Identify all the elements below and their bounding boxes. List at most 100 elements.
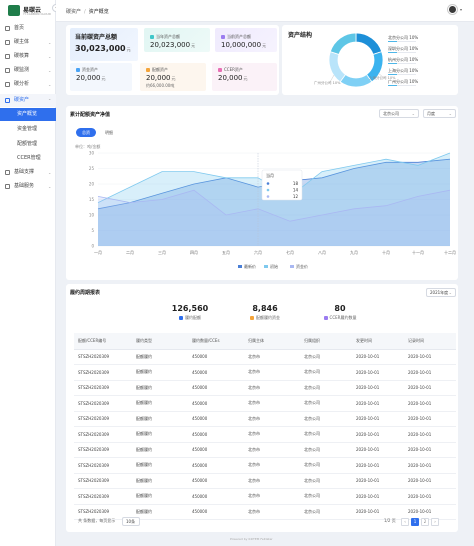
fund-assets-tile: 资金资产 20,000元 (70, 63, 132, 91)
quota-assets-tonnage: 约66,000.00吨 (146, 83, 175, 88)
ccer-assets-value: 20,000元 (218, 74, 248, 82)
table-row[interactable]: STSZH2020309 配额履约 450000 北京市 北京公司 2020-10-01 2… (74, 380, 456, 396)
ccer-assets-icon (218, 68, 222, 72)
avatar[interactable] (448, 5, 457, 14)
chevron-down-icon: ⌄ (48, 68, 52, 73)
year-assets-value: 20,023,000元 (150, 41, 196, 49)
table-row[interactable]: STSZH2020309 配额履约 450000 北京市 北京公司 2020-10-01 2… (74, 473, 456, 489)
sidebar-item-analysis[interactable]: 碳分析 ⌄ (0, 78, 56, 91)
chevron-up-icon: ⌃ (48, 98, 52, 103)
x-tick-label: 六月 (254, 249, 262, 255)
breadcrumb-current: 资产概览 (88, 9, 109, 15)
sidebar-item-carbon-entity[interactable]: 碳主体 ⌄ (0, 36, 56, 49)
sidebar-item-monitoring[interactable]: 碳监测 ⌄ (0, 64, 56, 77)
table-row[interactable]: STSZH2020309 配额履约 450000 北京市 北京公司 2020-10-01 2… (74, 457, 456, 474)
page-button-1[interactable]: 1 (411, 518, 419, 526)
sidebar-subitem-funds[interactable]: 资金管理 (0, 123, 56, 136)
legend-item: 上海分公司 10% (388, 68, 419, 75)
sidebar-item-base-support[interactable]: 基础支撑 ⌄ (0, 166, 56, 179)
y-tick-label: 25 (89, 166, 95, 171)
x-tick-label: 三月 (158, 250, 166, 255)
donut-slice (329, 32, 357, 55)
next-page-button[interactable]: › (431, 518, 439, 526)
donut-slice (355, 32, 383, 55)
trend-area-chart: 0 5 10 15 20 25 30 一月 二月 三月 四月 五月 六月 七月 八月 九月 十月 十一月 十二月 当月… (89, 151, 456, 270)
current-assets-icon (221, 35, 225, 39)
prev-page-button[interactable]: ‹ (401, 518, 409, 526)
table-row[interactable]: STSZH2020309 配额履约 450000 北京市 北京公司 2020-10-01 2… (74, 426, 456, 443)
x-tick-label: 二月 (126, 250, 134, 255)
x-tick-label: 七月 (286, 249, 294, 255)
current-assets-value: 10,000,000元 (221, 41, 267, 49)
y-tick-label: 20 (89, 182, 95, 187)
table-row[interactable]: STSZH2020309 配额履约 450000 北京市 北京公司 2020-10-01 2… (74, 488, 456, 505)
breadcrumb: 碳资产 / 资产概览 (66, 9, 109, 15)
stat-quota-funds: 8,846 配额履约资金 (230, 304, 300, 321)
legend-item: 北京分公司 10% (388, 35, 419, 42)
report-title: 履约周期报表 (70, 290, 101, 296)
y-tick-label: 15 (89, 197, 95, 202)
page-button-2[interactable]: 2 (421, 518, 429, 526)
legend-item: 广州分公司 10% (388, 79, 419, 86)
breadcrumb-parent[interactable]: 碳资产 (66, 9, 81, 15)
y-tick-label: 5 (91, 228, 94, 233)
donut-slice (328, 51, 346, 83)
entity-icon (5, 40, 10, 45)
donut-callout-left: 广州分公司 10% (314, 81, 341, 85)
stat-ccer: 80 CCER履约数量 (305, 304, 375, 321)
legend-label: 最新价 (244, 263, 256, 269)
year-assets-icon (150, 35, 154, 39)
sidebar-subitem-ccer[interactable]: CCER管理 (0, 152, 56, 165)
trend-card: 累计配额资产净值 北京公司 ⌄ 月度 ⌄ 总资 明细 单位：吨/金额 0 5 10 15 2… (66, 106, 458, 280)
legend-item: 杭州分公司 10% (388, 57, 419, 64)
y-tick-label: 10 (89, 213, 95, 218)
table-row[interactable]: STSZH2020309 配额履约 450000 北京市 北京公司 2020-10-01 2… (74, 395, 456, 412)
assets-icon (5, 98, 10, 103)
table-row[interactable]: STSZH2020309 配额履约 450000 北京市 北京公司 2020-10-01 2… (74, 364, 456, 381)
x-tick-label: 一月 (94, 250, 102, 255)
top-bar: 碳资产 / 资产概览 ▾ (56, 0, 474, 22)
sidebar-subitem-asset-overview[interactable]: 资产概览 (0, 108, 56, 121)
asset-overview-card: 当前碳资产总额 30,023,000元 当年资产总额 20,023,000元 当… (66, 25, 279, 95)
year-select[interactable]: 2021年度 ⌄ (426, 288, 456, 297)
legend-label: 初始 (270, 263, 278, 269)
chevron-down-icon: ⌄ (48, 184, 52, 189)
x-tick-label: 十一月 (412, 249, 424, 255)
sidebar-item-base-service[interactable]: 基础服务 ⌄ (0, 180, 56, 193)
tooltip-value: 18 (293, 181, 299, 186)
table-row[interactable]: STSZH2020309 配额履约 450000 北京市 北京公司 2020-10-01 2… (74, 411, 456, 427)
table-header-row: 配额/CCER编号 履约类型 履约数量/CCEs 归属主体 归属组织 发更时间 … (74, 333, 456, 350)
x-tick-label: 十二月 (444, 249, 456, 255)
sidebar-item-carbon-assets[interactable]: 碳资产 ⌃ (0, 94, 56, 107)
sidebar-item-accounting[interactable]: 碳核算 ⌄ (0, 50, 56, 63)
y-tick-label: 30 (89, 151, 95, 156)
support-icon (5, 170, 10, 175)
footer-text: Powered by 04ITEM Feitlater (230, 537, 273, 541)
overview-title: 当前碳资产总额 (75, 34, 118, 41)
table-row[interactable]: STSZH2020309 配额履约 450000 北京市 北京公司 2020-10-01 2… (74, 349, 456, 365)
quota-icon (179, 316, 183, 320)
chevron-down-icon: ⌄ (48, 54, 52, 59)
analysis-icon (5, 82, 10, 87)
tooltip-value: 14 (293, 188, 299, 193)
total-assets-tile: 当前碳资产总额 30,023,000元 (70, 28, 138, 61)
chevron-down-icon: ⌄ (48, 82, 52, 87)
service-icon (5, 184, 10, 189)
donut-slice (339, 74, 373, 88)
chevron-down-icon: ⌄ (48, 170, 52, 175)
tooltip-value: 12 (293, 194, 299, 199)
report-table: 配额/CCER编号 履约类型 履约数量/CCEs 归属主体 归属组织 发更时间 … (74, 333, 456, 520)
chevron-down-icon: ⌄ (448, 290, 452, 295)
pager-total: 共 条数据，每页显示 (78, 518, 116, 523)
page-size-select[interactable]: 10条 (122, 517, 140, 526)
x-tick-label: 八月 (318, 250, 326, 255)
table-row[interactable]: STSZH2020309 配额履约 450000 北京市 北京公司 2020-10-01 2… (74, 442, 456, 458)
legend-label: 资金价 (296, 263, 308, 269)
caret-down-icon[interactable]: ▾ (460, 7, 462, 12)
tooltip-title: 当月 (266, 172, 274, 178)
quota-assets-icon (146, 68, 150, 72)
home-icon (5, 26, 10, 31)
sidebar-item-home[interactable]: 首页 (0, 22, 56, 35)
ccer-assets-tile: CCER资产 20,000元 (212, 63, 277, 91)
sidebar-subitem-quota[interactable]: 配额管理 (0, 138, 56, 151)
